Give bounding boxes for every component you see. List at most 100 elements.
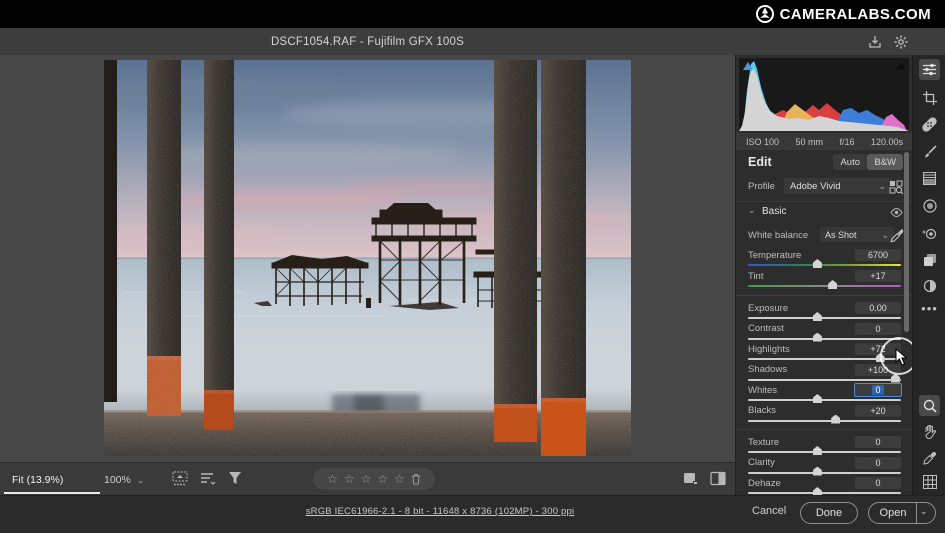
star-icon[interactable]: ☆	[377, 473, 388, 485]
slider-track[interactable]	[748, 353, 901, 362]
photo-brighton-west-pier	[84, 60, 634, 456]
slider-track[interactable]	[748, 414, 901, 424]
histogram[interactable]	[739, 58, 909, 131]
photo-preview[interactable]	[84, 60, 634, 456]
slider-shadows: Shadows +100	[748, 363, 901, 383]
sort-order-icon[interactable]	[200, 471, 216, 486]
slider-track[interactable]	[748, 446, 901, 455]
slider-tint: Tint +17	[748, 270, 901, 289]
profile-dropdown[interactable]: Adobe Vivid ⌄	[784, 178, 892, 194]
auto-button[interactable]: Auto	[833, 154, 867, 170]
slider-track[interactable]	[748, 466, 901, 476]
edit-tool[interactable]	[919, 59, 940, 80]
zoom-level-dropdown[interactable]: 100% ⌄	[104, 463, 144, 496]
more-tools-button[interactable]: •••	[919, 298, 940, 319]
fit-active-underline	[4, 492, 100, 494]
image-canvas[interactable]	[0, 55, 735, 462]
slider-label: Highlights	[748, 343, 790, 355]
slider-value-selected[interactable]: 0	[854, 383, 902, 397]
slider-label: Blacks	[748, 405, 776, 416]
brush-tool[interactable]	[919, 141, 940, 162]
shadow-clipping-icon[interactable]	[743, 62, 753, 70]
hand-tool[interactable]	[919, 421, 940, 442]
filter-icon[interactable]	[228, 471, 243, 486]
edit-panel: ISO 100 50 mm f/16 120.00s Edit Auto B&W…	[735, 55, 913, 495]
snapshots-tool[interactable]	[919, 275, 940, 296]
profile-value: Adobe Vivid	[790, 180, 841, 192]
done-button[interactable]: Done	[800, 502, 858, 524]
profile-browser-icon[interactable]	[889, 180, 903, 194]
eye-icon[interactable]	[890, 207, 903, 218]
slider-track[interactable]	[748, 394, 901, 403]
slider-label: Contrast	[748, 323, 784, 334]
white-balance-row: White balance As Shot ⌄	[736, 227, 913, 244]
presets-tool[interactable]	[919, 249, 940, 270]
tool-rail: •••	[912, 55, 945, 532]
slider-value[interactable]: 0	[855, 456, 901, 469]
star-icon[interactable]: ☆	[344, 473, 355, 485]
radial-filter-tool[interactable]	[919, 195, 940, 216]
white-balance-value: As Shot	[825, 229, 857, 240]
highlight-clipping-icon[interactable]	[896, 62, 906, 70]
red-eye-tool[interactable]	[919, 222, 940, 243]
healing-tool[interactable]	[919, 114, 940, 135]
chevron-down-icon: ⌄	[881, 229, 889, 240]
slider-label: Tint	[748, 270, 764, 282]
slider-value[interactable]: 0.00	[855, 302, 901, 314]
slider-track[interactable]	[748, 280, 901, 289]
slider-value[interactable]: +17	[855, 270, 901, 282]
slider-track[interactable]	[748, 259, 901, 268]
bw-button[interactable]: B&W	[867, 154, 903, 170]
slider-label: Clarity	[748, 457, 775, 468]
image-info-link[interactable]: sRGB IEC61966-2.1 - 8 bit - 11648 x 8736…	[160, 506, 720, 517]
cancel-button[interactable]: Cancel	[752, 505, 786, 517]
document-title: DSCF1054.RAF - Fujifilm GFX 100S	[270, 35, 464, 48]
cameralabs-logo-icon	[755, 5, 774, 23]
slider-highlights: Highlights +72	[748, 343, 901, 362]
slider-value[interactable]: 0	[855, 436, 901, 448]
basic-section-label: Basic	[762, 206, 787, 217]
star-icon[interactable]: ☆	[361, 473, 372, 485]
slider-whites: Whites 0	[748, 383, 902, 403]
slider-track[interactable]	[748, 312, 901, 321]
cameralabs-logo: CAMERALABS.COM	[755, 3, 931, 25]
slider-track[interactable]	[748, 487, 901, 495]
slider-label: Shadows	[748, 364, 788, 375]
slider-track[interactable]	[748, 373, 901, 383]
slider-label: Temperature	[748, 249, 802, 261]
zoom-tool[interactable]	[919, 395, 940, 416]
mouse-cursor	[895, 348, 908, 366]
export-icon[interactable]	[867, 34, 883, 50]
logo-text: CAMERALABS.COM	[779, 5, 931, 23]
edit-header: Edit Auto B&W	[736, 154, 913, 174]
star-icon[interactable]: ☆	[327, 473, 338, 485]
panel-scrollbar[interactable]	[904, 152, 909, 332]
select-zoom-icon[interactable]	[172, 471, 190, 487]
sampler-tool[interactable]	[919, 447, 940, 468]
exif-shutter: 120.00s	[870, 136, 903, 147]
grid-view-icon[interactable]	[919, 471, 940, 492]
before-after-view-icon[interactable]	[710, 471, 727, 486]
profile-label: Profile	[748, 181, 775, 192]
preview-toggle-icon[interactable]	[682, 471, 698, 486]
graduated-filter-tool[interactable]	[919, 168, 940, 189]
open-options-chevron[interactable]: ⌄	[920, 507, 928, 516]
title-bar: DSCF1054.RAF - Fujifilm GFX 100S	[0, 28, 945, 56]
white-balance-dropdown[interactable]: As Shot ⌄	[820, 227, 894, 242]
chevron-down-icon: ⌄	[878, 181, 886, 191]
slider-value[interactable]: 6700	[855, 249, 901, 261]
basic-section-header[interactable]: ⌄ Basic	[736, 205, 913, 221]
slider-label: Exposure	[748, 302, 789, 314]
slider-value[interactable]: 0	[855, 477, 901, 489]
star-rating-control[interactable]: ☆ ☆ ☆ ☆ ☆	[313, 468, 435, 490]
crop-tool[interactable]	[919, 87, 940, 108]
trash-icon[interactable]	[411, 473, 421, 485]
star-icon[interactable]: ☆	[394, 473, 405, 485]
slider-label: Whites	[748, 384, 778, 396]
settings-gear-icon[interactable]	[893, 34, 909, 50]
eyedropper-icon[interactable]	[890, 228, 904, 243]
exif-aperture: f/16	[839, 136, 855, 147]
slider-value[interactable]: +20	[855, 404, 901, 417]
slider-track[interactable]	[748, 332, 901, 342]
slider-value[interactable]: 0	[855, 322, 901, 335]
